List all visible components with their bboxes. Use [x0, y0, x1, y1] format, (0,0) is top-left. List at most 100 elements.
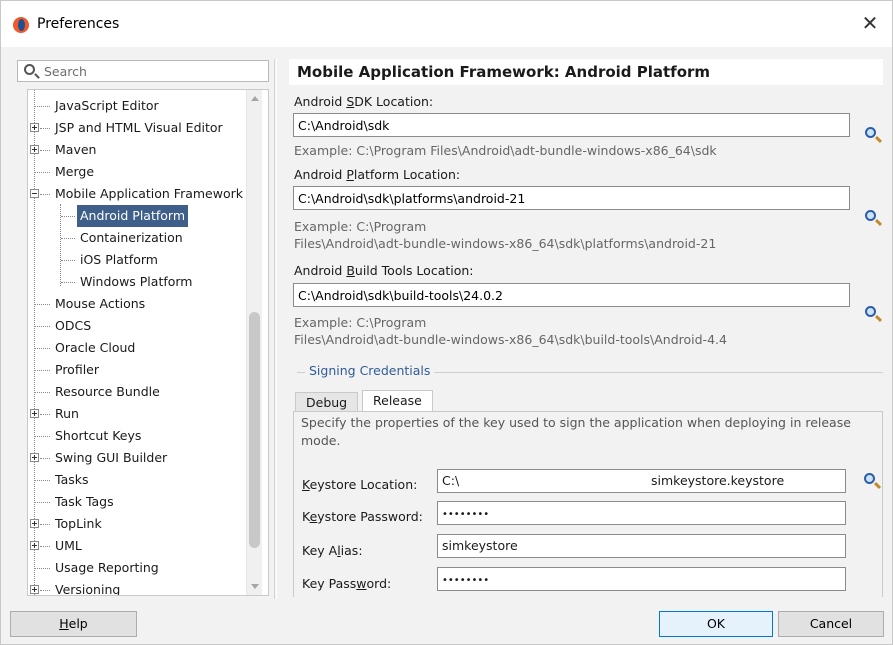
search-input[interactable]	[44, 62, 264, 80]
scroll-thumb[interactable]	[249, 312, 260, 548]
tab-debug[interactable]: Debug	[295, 392, 359, 412]
tree-scrollbar[interactable]	[246, 90, 262, 595]
magnifier-icon	[864, 473, 875, 484]
magnifier-icon	[865, 210, 876, 221]
tree-item-label: Run	[55, 406, 79, 421]
tree-item-label: Task Tags	[55, 494, 114, 509]
search-icon	[24, 64, 35, 75]
collapse-icon[interactable]	[30, 189, 39, 198]
key-alias-input[interactable]: simkeystore	[437, 534, 846, 558]
tree-item-label: Mobile Application Framework	[55, 186, 243, 201]
platform-example-hint: Example: C:\Program Files\Android\adt-bun…	[294, 219, 717, 251]
tree-item-containerization[interactable]: Containerization	[28, 227, 248, 249]
platform-location-label: Android Platform Location:	[294, 167, 461, 182]
ok-button[interactable]: OK	[659, 611, 773, 637]
sdk-location-label: Android SDK Location:	[294, 94, 434, 109]
expand-icon[interactable]	[30, 453, 39, 462]
key-password-input[interactable]: ••••••••	[437, 567, 846, 591]
tree-item-run[interactable]: Run	[28, 403, 248, 425]
tree-item-label: Resource Bundle	[55, 384, 160, 399]
pane-splitter[interactable]	[274, 59, 277, 599]
tree-item-label: TopLink	[55, 516, 102, 531]
tree-item-label: Windows Platform	[80, 274, 193, 289]
close-icon: ✕	[861, 11, 879, 35]
expand-icon[interactable]	[30, 541, 39, 550]
expand-icon[interactable]	[30, 409, 39, 418]
tree-item-toplink[interactable]: TopLink	[28, 513, 248, 535]
tree-item-label: Profiler	[55, 362, 100, 377]
preferences-tree: JavaScript Editor JSP and HTML Visual Ed…	[27, 89, 269, 596]
tree-item-task-tags[interactable]: Task Tags	[28, 491, 248, 513]
close-button[interactable]: ✕	[850, 7, 890, 39]
scroll-up-arrow-icon[interactable]	[251, 96, 259, 101]
preferences-dialog: Preferences ✕ JavaScript Editor JSP and …	[0, 0, 893, 645]
tree-item-versioning[interactable]: Versioning	[28, 579, 248, 596]
tree-item-label: Tasks	[55, 472, 89, 487]
keystore-password-label: Keystore Password:	[302, 509, 423, 524]
expand-icon[interactable]	[30, 145, 39, 154]
tree-item-label: Usage Reporting	[55, 560, 159, 575]
build-tools-example-hint: Example: C:\Program Files\Android\adt-bun…	[294, 315, 727, 347]
tree-item-label: Mouse Actions	[55, 296, 146, 311]
expand-icon[interactable]	[30, 519, 39, 528]
magnifier-icon	[865, 306, 876, 317]
expand-icon[interactable]	[30, 123, 39, 132]
tree-item-mobile-application-framework[interactable]: Mobile Application Framework	[28, 183, 248, 205]
tree-item-label: Swing GUI Builder	[55, 450, 168, 465]
tree-item-android-platform[interactable]: Android Platform	[28, 205, 248, 227]
tab-release[interactable]: Release	[362, 390, 433, 412]
keystore-password-input[interactable]: ••••••••	[437, 501, 846, 525]
key-alias-label: Key Alias:	[302, 543, 363, 558]
cancel-button[interactable]: Cancel	[778, 611, 884, 637]
tree-item-mouse-actions[interactable]: Mouse Actions	[28, 293, 248, 315]
tree-item-oracle-cloud[interactable]: Oracle Cloud	[28, 337, 248, 359]
tree-item-label: Shortcut Keys	[55, 428, 142, 443]
platform-browse-button[interactable]	[863, 208, 883, 228]
scroll-down-arrow-icon[interactable]	[251, 584, 259, 589]
tree-item-resource-bundle[interactable]: Resource Bundle	[28, 381, 248, 403]
window-title: Preferences	[37, 16, 120, 32]
build-tools-browse-button[interactable]	[863, 304, 883, 324]
tree-item-label: Oracle Cloud	[55, 340, 136, 355]
tree-item-label: JSP and HTML Visual Editor	[55, 120, 223, 135]
keystore-browse-button[interactable]	[862, 471, 882, 491]
help-button[interactable]: Help	[10, 611, 137, 637]
signing-description: Specify the properties of the key used t…	[301, 415, 851, 448]
expand-icon[interactable]	[30, 585, 39, 594]
tree-item-uml[interactable]: UML	[28, 535, 248, 557]
tree-item-ios-platform[interactable]: iOS Platform	[28, 249, 248, 271]
signing-credentials-label: Signing Credentials	[305, 363, 435, 378]
tree-item-odcs[interactable]: ODCS	[28, 315, 248, 337]
sdk-location-input[interactable]	[293, 113, 850, 137]
tree-item-label: Containerization	[80, 230, 183, 245]
tree-item-profiler[interactable]: Profiler	[28, 359, 248, 381]
app-logo-icon	[13, 17, 29, 33]
sdk-browse-button[interactable]	[863, 125, 883, 145]
tree-item-windows-platform[interactable]: Windows Platform	[28, 271, 248, 293]
tree-item-jsp-html-visual-editor[interactable]: JSP and HTML Visual Editor	[28, 117, 248, 139]
platform-location-input[interactable]	[293, 186, 850, 210]
search-box[interactable]	[17, 60, 269, 82]
tree-item-shortcut-keys[interactable]: Shortcut Keys	[28, 425, 248, 447]
title-bar: Preferences ✕	[1, 1, 892, 47]
magnifier-icon	[865, 127, 876, 138]
keystore-location-label: Keystore Location:	[302, 477, 418, 492]
tree-item-label: UML	[55, 538, 82, 553]
tree-item-label: JavaScript Editor	[55, 98, 159, 113]
tree-item-merge[interactable]: Merge	[28, 161, 248, 183]
tree-item-usage-reporting[interactable]: Usage Reporting	[28, 557, 248, 579]
tree-item-label: Maven	[55, 142, 97, 157]
tree-item-swing-gui-builder[interactable]: Swing GUI Builder	[28, 447, 248, 469]
tree-item-tasks[interactable]: Tasks	[28, 469, 248, 491]
tree-item-label: Merge	[55, 164, 95, 179]
build-tools-location-label: Android Build Tools Location:	[294, 263, 474, 278]
tree-item-maven[interactable]: Maven	[28, 139, 248, 161]
tree-item-label: ODCS	[55, 318, 92, 333]
tree-item-label: Versioning	[55, 582, 121, 596]
sdk-example-hint: Example: C:\Program Files\Android\adt-bu…	[294, 143, 717, 158]
keystore-location-input[interactable]: C:\ simkeystore.keystore	[437, 469, 846, 493]
tree-item-javascript-editor[interactable]: JavaScript Editor	[28, 95, 248, 117]
tree-item-label: iOS Platform	[80, 252, 158, 267]
build-tools-location-input[interactable]	[293, 283, 850, 307]
tree-item-label: Android Platform	[77, 205, 189, 227]
